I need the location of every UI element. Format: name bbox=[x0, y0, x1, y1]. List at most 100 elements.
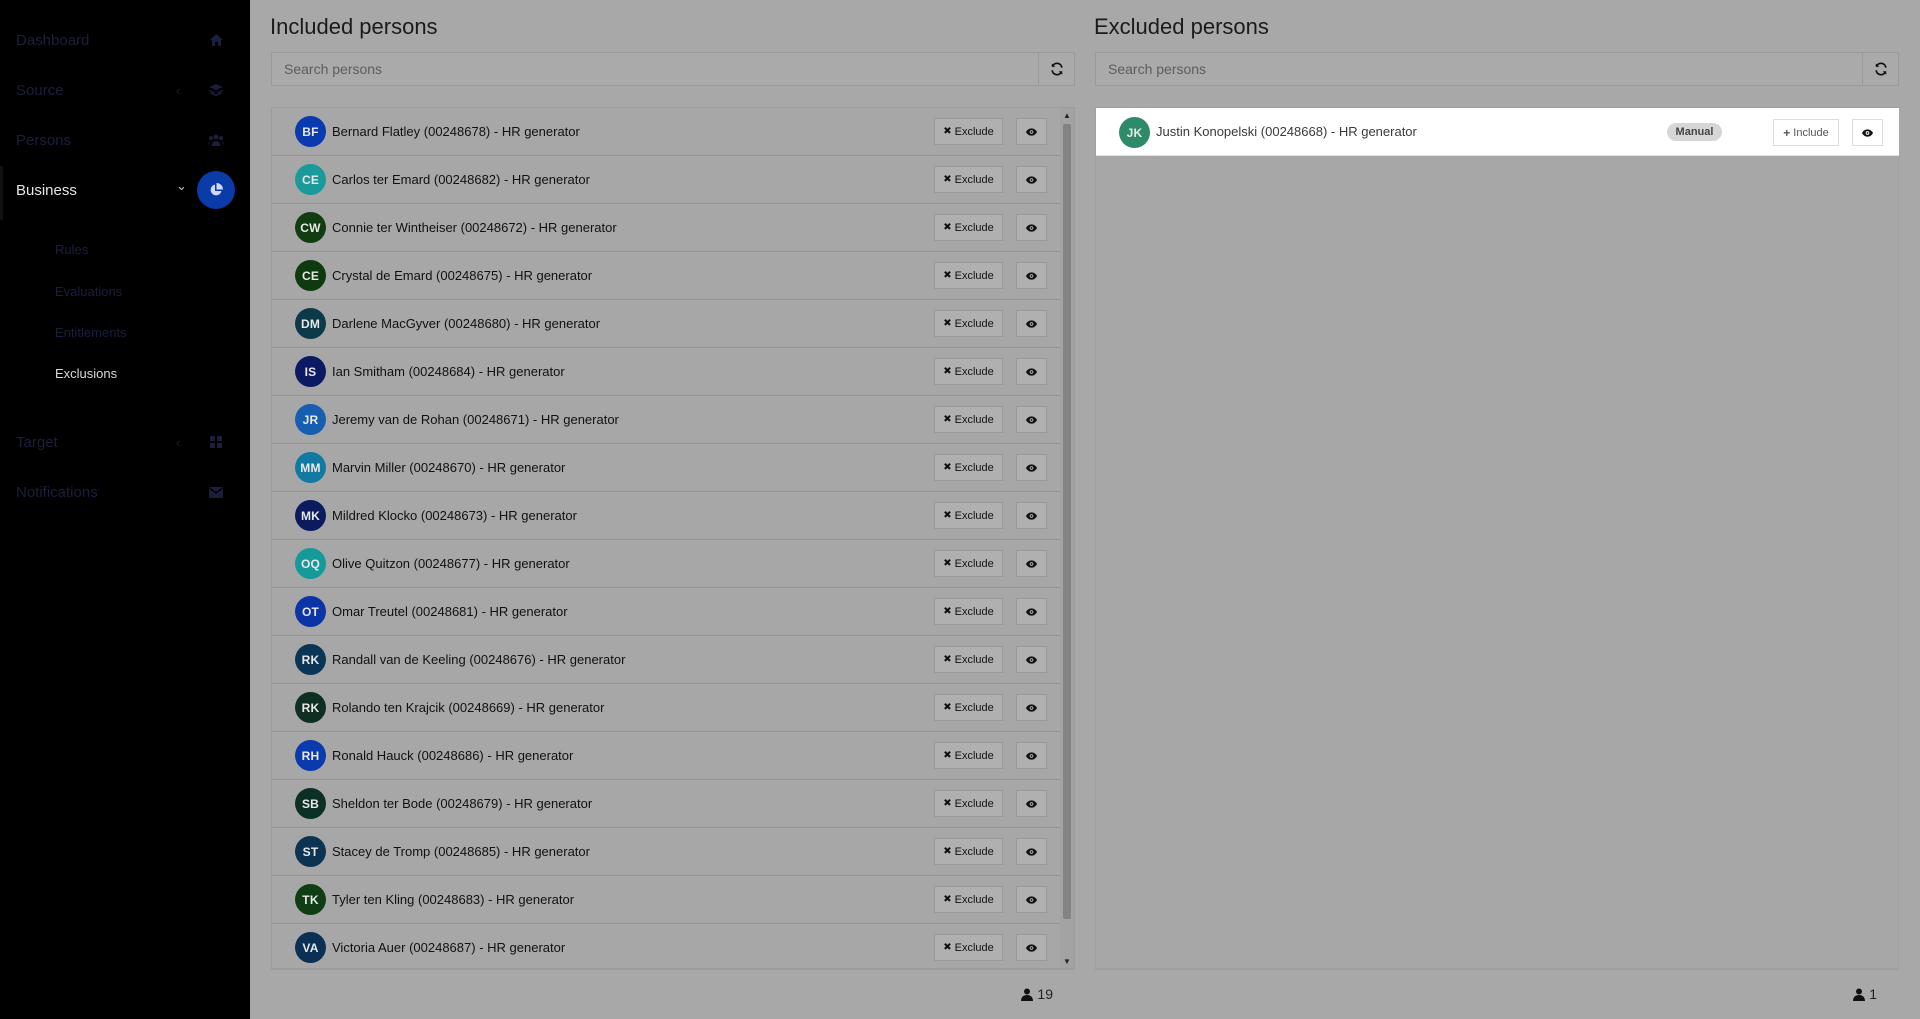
exclude-button[interactable]: ✖ Exclude bbox=[934, 646, 1003, 673]
exclude-button[interactable]: ✖ Exclude bbox=[934, 934, 1003, 961]
view-button[interactable] bbox=[1016, 790, 1047, 817]
sidebar-subitem-exclusions[interactable]: Exclusions bbox=[55, 366, 117, 381]
exclude-button[interactable]: ✖ Exclude bbox=[934, 502, 1003, 529]
exclude-label: Exclude bbox=[954, 845, 994, 858]
exclude-button[interactable]: ✖ Exclude bbox=[934, 310, 1003, 337]
exclude-label: Exclude bbox=[954, 221, 994, 234]
view-button[interactable] bbox=[1016, 934, 1047, 961]
scroll-thumb[interactable] bbox=[1063, 124, 1071, 919]
sidebar-item-source[interactable]: Source ‹ bbox=[0, 66, 250, 114]
person-name: Jeremy van de Rohan (00248671) - HR gene… bbox=[332, 412, 619, 427]
person-row: RK Randall van de Keeling (00248676) - HR… bbox=[272, 636, 1061, 684]
view-button[interactable] bbox=[1016, 454, 1047, 481]
exclude-button[interactable]: ✖ Exclude bbox=[934, 598, 1003, 625]
sidebar-item-notifications[interactable]: Notifications bbox=[0, 468, 250, 516]
view-button[interactable] bbox=[1016, 646, 1047, 673]
person-row: ST Stacey de Tromp (00248685) - HR genera… bbox=[272, 828, 1061, 876]
grid-icon bbox=[204, 430, 228, 454]
view-button[interactable] bbox=[1016, 214, 1047, 241]
refresh-icon bbox=[1874, 62, 1887, 76]
sidebar-subitem-evaluations[interactable]: Evaluations bbox=[55, 284, 122, 299]
scroll-down-arrow[interactable]: ▼ bbox=[1060, 954, 1074, 968]
refresh-icon bbox=[1050, 62, 1063, 76]
person-name: Sheldon ter Bode (00248679) - HR generat… bbox=[332, 796, 593, 811]
excluded-person-row: JK Justin Konopelski (00248668) - HR gene… bbox=[1096, 108, 1899, 156]
user-icon bbox=[1853, 988, 1866, 1001]
avatar: RK bbox=[295, 692, 326, 723]
excluded-list: JK Justin Konopelski (00248668) - HR gene… bbox=[1095, 107, 1899, 969]
person-name: Mildred Klocko (00248673) - HR generator bbox=[332, 508, 577, 523]
scrollbar[interactable]: ▲ ▼ bbox=[1060, 108, 1074, 968]
view-button[interactable] bbox=[1016, 742, 1047, 769]
avatar: MM bbox=[295, 452, 326, 483]
exclude-button[interactable]: ✖ Exclude bbox=[934, 886, 1003, 913]
eye-icon bbox=[1026, 559, 1037, 568]
avatar: CE bbox=[295, 164, 326, 195]
eye-icon bbox=[1862, 128, 1873, 137]
included-panel: Included persons BF Bernard Flatley (0024… bbox=[270, 0, 1075, 1019]
exclude-label: Exclude bbox=[954, 365, 994, 378]
included-refresh-button[interactable] bbox=[1038, 53, 1074, 85]
sidebar-item-business[interactable]: Business ⌄ bbox=[0, 166, 250, 214]
view-button[interactable] bbox=[1016, 502, 1047, 529]
view-button[interactable] bbox=[1016, 262, 1047, 289]
person-name: Bernard Flatley (00248678) - HR generato… bbox=[332, 124, 580, 139]
exclude-button[interactable]: ✖ Exclude bbox=[934, 118, 1003, 145]
exclude-button[interactable]: ✖ Exclude bbox=[934, 838, 1003, 865]
sidebar-item-persons[interactable]: Persons bbox=[0, 116, 250, 164]
person-row: CW Connie ter Wintheiser (00248672) - HR … bbox=[272, 204, 1061, 252]
person-name: Marvin Miller (00248670) - HR generator bbox=[332, 460, 566, 475]
eye-icon bbox=[1026, 319, 1037, 328]
exclude-button[interactable]: ✖ Exclude bbox=[934, 694, 1003, 721]
view-button[interactable] bbox=[1016, 406, 1047, 433]
view-button[interactable] bbox=[1016, 550, 1047, 577]
close-icon: ✖ bbox=[943, 606, 952, 617]
exclude-button[interactable]: ✖ Exclude bbox=[934, 166, 1003, 193]
exclude-label: Exclude bbox=[954, 317, 994, 330]
view-button[interactable] bbox=[1016, 310, 1047, 337]
view-button[interactable] bbox=[1852, 119, 1883, 146]
status-badge: Manual bbox=[1667, 123, 1722, 141]
person-name: Ronald Hauck (00248686) - HR generator bbox=[332, 748, 574, 763]
eye-icon bbox=[1026, 415, 1037, 424]
included-count-value: 19 bbox=[1037, 986, 1053, 1002]
view-button[interactable] bbox=[1016, 838, 1047, 865]
sidebar-item-dashboard[interactable]: Dashboard bbox=[0, 16, 250, 64]
scroll-up-arrow[interactable]: ▲ bbox=[1060, 108, 1074, 122]
view-button[interactable] bbox=[1016, 358, 1047, 385]
exclude-button[interactable]: ✖ Exclude bbox=[934, 742, 1003, 769]
exclude-button[interactable]: ✖ Exclude bbox=[934, 214, 1003, 241]
close-icon: ✖ bbox=[943, 654, 952, 665]
exclude-button[interactable]: ✖ Exclude bbox=[934, 454, 1003, 481]
exclude-button[interactable]: ✖ Exclude bbox=[934, 406, 1003, 433]
include-button[interactable]: + Include bbox=[1773, 119, 1839, 146]
view-button[interactable] bbox=[1016, 694, 1047, 721]
person-row: RK Rolando ten Krajcik (00248669) - HR ge… bbox=[272, 684, 1061, 732]
person-row: OT Omar Treutel (00248681) - HR generator… bbox=[272, 588, 1061, 636]
eye-icon bbox=[1026, 223, 1037, 232]
exclude-label: Exclude bbox=[954, 701, 994, 714]
exclude-button[interactable]: ✖ Exclude bbox=[934, 550, 1003, 577]
avatar: CE bbox=[295, 260, 326, 291]
person-row: DM Darlene MacGyver (00248680) - HR gener… bbox=[272, 300, 1061, 348]
eye-icon bbox=[1026, 463, 1037, 472]
close-icon: ✖ bbox=[943, 846, 952, 857]
person-name: Crystal de Emard (00248675) - HR generat… bbox=[332, 268, 593, 283]
exclude-label: Exclude bbox=[954, 173, 994, 186]
exclude-button[interactable]: ✖ Exclude bbox=[934, 262, 1003, 289]
sidebar-subitem-rules[interactable]: Rules bbox=[55, 242, 88, 257]
view-button[interactable] bbox=[1016, 118, 1047, 145]
exclude-button[interactable]: ✖ Exclude bbox=[934, 358, 1003, 385]
exclude-button[interactable]: ✖ Exclude bbox=[934, 790, 1003, 817]
eye-icon bbox=[1026, 367, 1037, 376]
view-button[interactable] bbox=[1016, 886, 1047, 913]
sidebar-item-target[interactable]: Target ‹ bbox=[0, 418, 250, 466]
excluded-search-input[interactable] bbox=[1096, 53, 1862, 85]
person-row: SB Sheldon ter Bode (00248679) - HR gener… bbox=[272, 780, 1061, 828]
sidebar-subitem-entitlements[interactable]: Entitlements bbox=[55, 325, 127, 340]
view-button[interactable] bbox=[1016, 598, 1047, 625]
included-search-input[interactable] bbox=[272, 53, 1038, 85]
person-row: IS Ian Smitham (00248684) - HR generator ✖… bbox=[272, 348, 1061, 396]
view-button[interactable] bbox=[1016, 166, 1047, 193]
excluded-refresh-button[interactable] bbox=[1862, 53, 1898, 85]
